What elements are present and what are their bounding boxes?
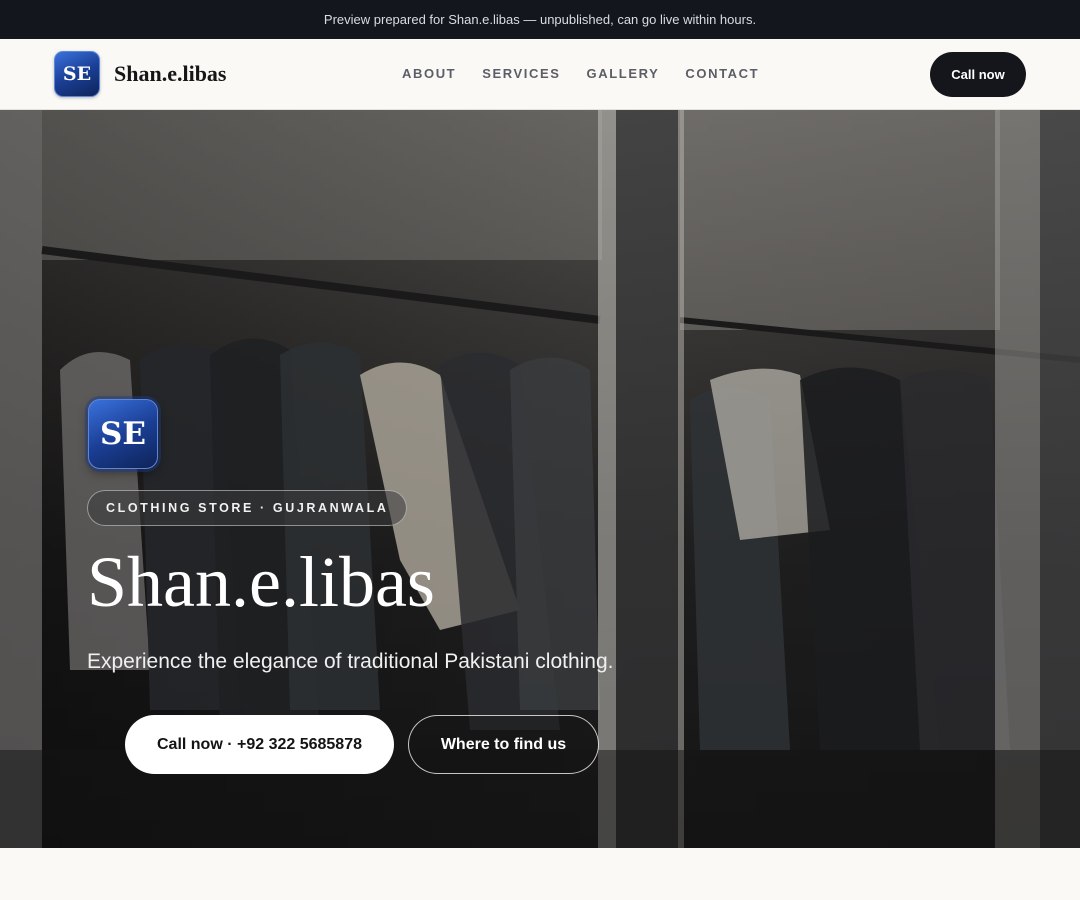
- hero-logo: SE: [88, 399, 158, 469]
- brand-name: Shan.e.libas: [114, 61, 227, 86]
- brand[interactable]: SE Shan.e.libas: [54, 51, 227, 97]
- hero-section: SE CLOTHING STORE · GUJRANWALA Shan.e.li…: [0, 110, 1080, 848]
- nav-link-about[interactable]: ABOUT: [402, 66, 456, 81]
- nav-link-services[interactable]: SERVICES: [482, 66, 560, 81]
- category-tag: CLOTHING STORE · GUJRANWALA: [87, 490, 408, 526]
- preview-banner-text: Preview prepared for Shan.e.libas — unpu…: [323, 12, 757, 27]
- where-to-find-us-button[interactable]: Where to find us: [408, 715, 599, 774]
- category-tag-text: CLOTHING STORE · GUJRANWALA: [106, 501, 389, 515]
- call-now-button[interactable]: Call now · +92 322 5685878: [125, 715, 394, 774]
- nav-link-contact[interactable]: CONTACT: [685, 66, 759, 81]
- header-call-button[interactable]: Call now: [930, 52, 1026, 97]
- hero-subtitle: Experience the elegance of traditional P…: [87, 650, 614, 673]
- nav-link-gallery[interactable]: GALLERY: [587, 66, 660, 81]
- site-header: SE Shan.e.libas ABOUT SERVICES GALLERY C…: [0, 39, 1080, 110]
- hero-title: Shan.e.libas: [87, 542, 435, 622]
- main-nav: ABOUT SERVICES GALLERY CONTACT: [402, 66, 759, 81]
- next-section: [0, 848, 1080, 900]
- brand-logo: SE: [54, 51, 100, 97]
- hero-content: SE CLOTHING STORE · GUJRANWALA Shan.e.li…: [87, 110, 787, 848]
- preview-banner: Preview prepared for Shan.e.libas — unpu…: [0, 0, 1080, 39]
